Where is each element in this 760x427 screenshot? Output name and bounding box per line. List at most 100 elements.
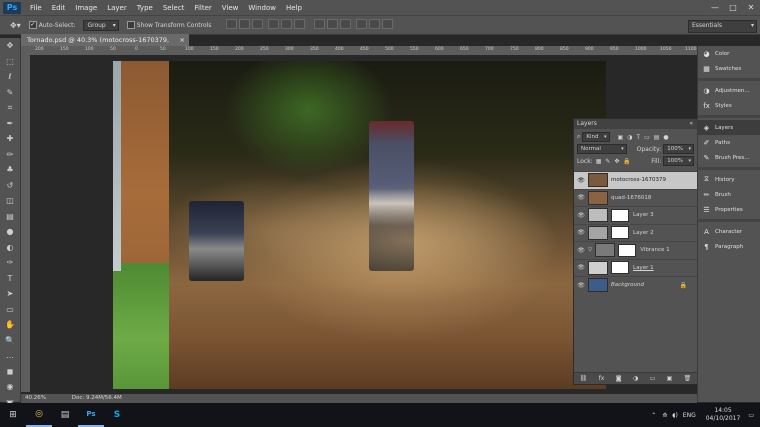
visibility-eye-icon[interactable]: 👁 — [574, 177, 588, 184]
hand-tool-icon[interactable]: ✋ — [0, 317, 20, 333]
mask-tool-icon[interactable]: ◉ — [0, 379, 20, 395]
layer-row[interactable]: 👁 Layer 2 — [574, 223, 697, 242]
distribute-right-icon[interactable] — [382, 19, 394, 29]
collapse-panel-icon[interactable]: « — [689, 119, 693, 129]
align-left-icon[interactable] — [268, 19, 280, 29]
layer-row[interactable]: 👁 Layer 3 — [574, 206, 697, 224]
menu-select[interactable]: Select — [163, 4, 185, 12]
language-indicator[interactable]: ENG — [683, 412, 696, 419]
brush-tool-icon[interactable]: ✏ — [0, 147, 20, 163]
adjustment-layer-icon[interactable]: ◑ — [633, 375, 638, 382]
layer-mask-thumbnail[interactable] — [611, 208, 629, 222]
minimize-icon[interactable]: — — [706, 0, 724, 15]
doc-size[interactable]: Doc: 9.24M/56.4M — [72, 395, 122, 401]
distribute-hcenter-icon[interactable] — [369, 19, 381, 29]
zoom-level[interactable]: 40.26% — [25, 395, 46, 401]
maximize-icon[interactable]: □ — [724, 0, 742, 15]
blend-mode-dropdown[interactable]: Normal — [577, 144, 627, 154]
colors-tool-icon[interactable]: ◼ — [0, 364, 20, 380]
show-transform-checkbox[interactable] — [126, 21, 135, 29]
lock-icons[interactable]: ▦✎✥🔒 — [596, 158, 635, 165]
layer-row[interactable]: 👁 Layer 1 — [574, 258, 697, 277]
menu-file[interactable]: File — [30, 4, 42, 12]
align-top-icon[interactable] — [226, 19, 238, 29]
start-icon[interactable]: ⊞ — [0, 403, 26, 427]
visibility-eye-icon[interactable]: 👁 — [574, 247, 588, 254]
new-group-icon[interactable]: ▭ — [650, 375, 656, 382]
dock-item-brush-presets[interactable]: ✎ Brush Pres... — [698, 150, 760, 165]
dock-item-brush[interactable]: ✏ Brush — [698, 187, 760, 202]
fill-field[interactable]: 100% — [663, 156, 694, 166]
menu-type[interactable]: Type — [137, 4, 153, 12]
history-brush-tool-icon[interactable]: ↺ — [0, 178, 20, 194]
menu-layer[interactable]: Layer — [107, 4, 127, 12]
align-right-icon[interactable] — [294, 19, 306, 29]
auto-select-target-dropdown[interactable]: Group — [83, 19, 119, 31]
skype-icon[interactable]: S — [104, 403, 130, 427]
new-layer-icon[interactable]: ▣ — [667, 375, 673, 382]
eraser-tool-icon[interactable]: ◫ — [0, 193, 20, 209]
dock-item-character[interactable]: A Character — [698, 224, 760, 239]
clock[interactable]: 14:05 04/10/2017 — [706, 407, 741, 423]
network-icon[interactable]: ⟰ — [662, 412, 667, 419]
close-icon[interactable]: ✕ — [742, 0, 760, 15]
auto-select-checkbox[interactable] — [28, 21, 37, 29]
close-document-icon[interactable]: × — [180, 34, 185, 46]
visibility-eye-icon[interactable]: 👁 — [574, 212, 588, 219]
layers-panel-title[interactable]: Layers — [577, 120, 597, 127]
tray-expand-icon[interactable]: ⌃ — [651, 412, 656, 419]
layer-style-icon[interactable]: fx — [599, 375, 605, 382]
distribute-vcenter-icon[interactable] — [327, 19, 339, 29]
dock-item-properties[interactable]: ☰ Properties — [698, 202, 760, 217]
menu-filter[interactable]: Filter — [194, 4, 211, 12]
layer-mask-thumbnail[interactable] — [618, 243, 637, 257]
zoom-tool-icon[interactable]: 🔍 — [0, 333, 20, 349]
layer-mask-thumbnail[interactable] — [611, 226, 629, 240]
link-layers-icon[interactable]: ⛓ — [580, 375, 588, 382]
notifications-icon[interactable]: ▭ — [748, 412, 754, 419]
lasso-tool-icon[interactable]: ℓ — [0, 69, 20, 85]
files-icon[interactable]: ▤ — [52, 403, 78, 427]
visibility-eye-icon[interactable]: 👁 — [574, 264, 588, 271]
clone-stamp-tool-icon[interactable]: ♣ — [0, 162, 20, 178]
align-hcenter-icon[interactable] — [281, 19, 293, 29]
volume-icon[interactable]: ◖) — [672, 412, 678, 419]
layer-row[interactable]: 👁 Background 🔒 — [574, 276, 697, 294]
distribute-top-icon[interactable] — [314, 19, 326, 29]
filter-icons[interactable]: ▣◑T▭▤● — [618, 134, 673, 141]
dock-item-layers[interactable]: ◈ Layers — [698, 120, 760, 135]
dock-item-paragraph[interactable]: ¶ Paragraph — [698, 239, 760, 254]
dock-item-styles[interactable]: fx Styles — [698, 98, 760, 113]
visibility-eye-icon[interactable]: 👁 — [574, 194, 588, 201]
photoshop-icon[interactable]: Ps — [78, 403, 104, 427]
distribute-left-icon[interactable] — [356, 19, 368, 29]
document-tab[interactable]: Tornado.psd @ 40.3% (motocross-1670379, … — [21, 34, 189, 56]
filter-kind-dropdown[interactable]: Kind — [582, 132, 610, 142]
crop-tool-icon[interactable]: ⌗ — [0, 100, 20, 116]
distribute-bottom-icon[interactable] — [340, 19, 352, 29]
visibility-eye-icon[interactable]: 👁 — [574, 282, 588, 289]
rectangle-tool-icon[interactable]: ▭ — [0, 302, 20, 318]
menu-window[interactable]: Window — [248, 4, 276, 12]
layer-mask-thumbnail[interactable] — [611, 261, 629, 275]
layer-row[interactable]: 👁 motocross-1670379 — [574, 171, 697, 189]
quick-select-tool-icon[interactable]: ✎ — [0, 85, 20, 101]
move-tool-icon[interactable]: ✥ — [0, 38, 20, 54]
blur-tool-icon[interactable]: ● — [0, 224, 20, 240]
move-tool-icon[interactable]: ✥▾ — [10, 21, 21, 30]
opacity-field[interactable]: 100% — [663, 144, 694, 154]
menu-edit[interactable]: Edit — [52, 4, 66, 12]
more-tool-icon[interactable]: … — [0, 348, 20, 364]
gradient-tool-icon[interactable]: ▤ — [0, 209, 20, 225]
menu-view[interactable]: View — [222, 4, 239, 12]
dock-item-adjustments[interactable]: ◑ Adjustmen... — [698, 83, 760, 98]
dock-item-history[interactable]: ⧖ History — [698, 172, 760, 187]
layer-row[interactable]: 👁 quad-1676018 — [574, 188, 697, 207]
align-bottom-icon[interactable] — [252, 19, 264, 29]
add-mask-icon[interactable]: ◙ — [616, 375, 622, 382]
visibility-eye-icon[interactable]: 👁 — [574, 229, 588, 236]
dock-item-paths[interactable]: ✐ Paths — [698, 135, 760, 150]
dodge-tool-icon[interactable]: ◐ — [0, 240, 20, 256]
path-select-tool-icon[interactable]: ➤ — [0, 286, 20, 302]
marquee-tool-icon[interactable]: ⬚ — [0, 54, 20, 70]
